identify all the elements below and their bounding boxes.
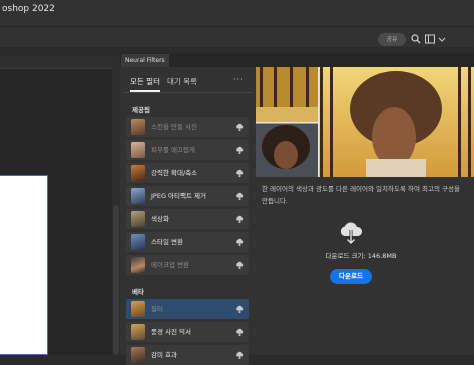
tab-neural-filters[interactable]: Neural Filters bbox=[121, 54, 169, 67]
title-bar: oshop 2022 bbox=[0, 0, 474, 26]
filter-preview-image bbox=[256, 67, 474, 177]
filter-thumbnail bbox=[131, 142, 145, 158]
filter-item-depth-blur[interactable]: 감미 효과 bbox=[126, 345, 249, 365]
filter-label: 메이크업 변환 bbox=[151, 261, 189, 269]
filter-label: 감미 효과 bbox=[151, 351, 177, 359]
neural-filters-panel: 모든 필터 대기 목록 ··· 제공됨 스킨을 만들 사진 피부를 매끄럽게 강… bbox=[120, 67, 474, 365]
cloud-download-icon[interactable] bbox=[235, 123, 244, 131]
filter-label: 스타일 변환 bbox=[151, 238, 183, 246]
filter-label: 피부를 매끄럽게 bbox=[151, 146, 195, 154]
cloud-download-icon bbox=[340, 222, 363, 245]
filter-item-landscape-mixer[interactable]: 풍경 사진 믹서 bbox=[126, 322, 249, 342]
section-label-beta: 베타 bbox=[132, 288, 144, 296]
filter-item-skin-smoothing[interactable]: 피부를 매끄럽게 bbox=[126, 140, 249, 160]
filter-thumbnail bbox=[131, 234, 145, 250]
panel-tab-strip bbox=[120, 53, 474, 67]
active-tab-indicator bbox=[130, 90, 160, 92]
ruler bbox=[0, 56, 116, 69]
more-menu[interactable]: ··· bbox=[233, 75, 244, 84]
document-canvas[interactable] bbox=[0, 175, 48, 355]
app-title: oshop 2022 bbox=[2, 4, 55, 14]
filter-item-colorize[interactable]: 색상화 bbox=[126, 209, 249, 229]
tab-waitlist[interactable]: 대기 목록 bbox=[167, 77, 197, 87]
filter-label: 필터 bbox=[151, 305, 163, 313]
tabs-divider bbox=[124, 92, 252, 93]
filter-label: 스킨을 만들 사진 bbox=[151, 123, 197, 131]
options-bar: 공유 bbox=[0, 26, 474, 47]
filter-description: 한 레이어의 색상과 광도를 다른 레이어와 일치하도록 하여 최고의 구성을 … bbox=[262, 185, 460, 205]
cloud-download-icon[interactable] bbox=[235, 305, 244, 313]
section-label-available: 제공됨 bbox=[132, 106, 150, 114]
filter-item-jpeg-artifact-removal[interactable]: JPEG 아티팩트 제거 bbox=[126, 186, 249, 206]
filter-label: JPEG 아티팩트 제거 bbox=[151, 192, 206, 200]
filter-item-style-transfer[interactable]: 스타일 변환 bbox=[126, 232, 249, 252]
filter-thumbnail bbox=[131, 188, 145, 204]
filter-label: 색상화 bbox=[151, 215, 169, 223]
share-button[interactable]: 공유 bbox=[378, 33, 406, 46]
workspace-icon[interactable] bbox=[425, 34, 435, 44]
filter-list: 모든 필터 대기 목록 ··· 제공됨 스킨을 만들 사진 피부를 매끄럽게 강… bbox=[120, 67, 256, 365]
filter-thumbnail bbox=[131, 347, 145, 363]
cloud-download-icon[interactable] bbox=[235, 146, 244, 154]
tab-all-filters[interactable]: 모든 필터 bbox=[130, 77, 160, 87]
cloud-download-icon[interactable] bbox=[235, 192, 244, 200]
filter-item-skin-photo[interactable]: 스킨을 만들 사진 bbox=[126, 117, 249, 137]
filter-item-harmonization[interactable]: 필터 bbox=[126, 299, 249, 319]
cloud-download-icon[interactable] bbox=[235, 351, 244, 359]
download-button[interactable]: 다운로드 bbox=[330, 269, 372, 284]
filter-detail-pane: 한 레이어의 색상과 광도를 다른 레이어와 일치하도록 하여 최고의 구성을 … bbox=[256, 67, 474, 355]
cloud-download-icon[interactable] bbox=[235, 328, 244, 336]
filter-thumbnail bbox=[131, 324, 145, 340]
cloud-download-icon[interactable] bbox=[235, 215, 244, 223]
search-icon[interactable] bbox=[411, 34, 421, 44]
filter-item-super-zoom[interactable]: 강력한 확대/축소 bbox=[126, 163, 249, 183]
filter-thumbnail bbox=[131, 119, 145, 135]
filter-item-makeup-transfer[interactable]: 메이크업 변환 bbox=[126, 255, 249, 275]
filter-thumbnail bbox=[131, 165, 145, 181]
filter-label: 풍경 사진 믹서 bbox=[151, 328, 192, 336]
filter-label: 강력한 확대/축소 bbox=[151, 169, 198, 177]
filter-thumbnail bbox=[131, 301, 145, 317]
cloud-download-icon[interactable] bbox=[235, 261, 244, 269]
filter-thumbnail bbox=[131, 211, 145, 227]
cloud-download-icon[interactable] bbox=[235, 169, 244, 177]
cloud-download-icon[interactable] bbox=[235, 238, 244, 246]
chevron-down-icon[interactable] bbox=[437, 34, 447, 44]
download-size: 다운로드 크기: 146.8MB bbox=[325, 252, 397, 260]
filter-thumbnail bbox=[131, 257, 145, 273]
scrollbar-thumb[interactable] bbox=[113, 205, 119, 355]
